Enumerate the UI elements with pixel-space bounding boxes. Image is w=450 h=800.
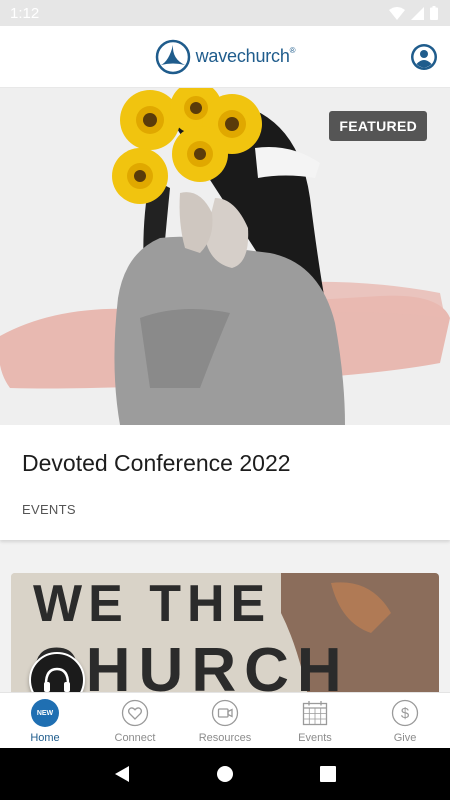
svg-text:$: $ — [401, 705, 410, 722]
tab-connect[interactable]: Connect — [90, 693, 180, 748]
dollar-icon: $ — [391, 699, 419, 727]
featured-hero-image: FEATURED — [0, 88, 450, 425]
logo-registered: ® — [289, 46, 296, 55]
battery-icon — [430, 6, 438, 20]
video-icon — [211, 699, 239, 727]
status-bar: 1:12 — [0, 0, 450, 26]
tab-label-give: Give — [393, 732, 417, 744]
back-triangle-icon — [114, 766, 129, 782]
logo-text-church: church — [236, 46, 290, 66]
featured-title: Devoted Conference 2022 — [22, 450, 291, 476]
tab-label-resources: Resources — [198, 732, 252, 744]
tab-events[interactable]: Events — [270, 693, 360, 748]
tab-home[interactable]: NEW Home — [0, 693, 90, 748]
wavechurch-logo[interactable]: wavechurch® — [155, 39, 296, 75]
new-badge-icon: NEW — [31, 699, 59, 727]
status-icons — [389, 6, 438, 20]
signal-icon — [411, 6, 424, 20]
tab-label-events: Events — [298, 732, 332, 744]
heart-icon — [121, 699, 149, 727]
user-icon — [411, 44, 437, 70]
account-button[interactable] — [410, 43, 438, 71]
app-header: wavechurch® — [0, 26, 450, 88]
featured-badge: FEATURED — [329, 111, 427, 141]
bottom-tab-bar: NEW Home Connect Resources Events $ Give — [0, 692, 450, 748]
recents-button[interactable] — [313, 759, 343, 789]
home-button[interactable] — [210, 759, 240, 789]
wave-logo-icon — [155, 39, 190, 74]
featured-card[interactable]: FEATURED Devoted Conference 2022 EVENTS — [0, 88, 450, 540]
logo-text: wavechurch® — [196, 46, 296, 67]
calendar-icon — [301, 699, 329, 727]
home-circle-icon — [216, 766, 233, 782]
tab-label-connect: Connect — [114, 732, 156, 744]
new-badge: NEW — [31, 699, 59, 727]
back-button[interactable] — [107, 759, 137, 789]
tab-give[interactable]: $ Give — [360, 693, 450, 748]
tab-resources[interactable]: Resources — [180, 693, 270, 748]
system-nav-bar — [0, 748, 450, 800]
recents-square-icon — [320, 766, 337, 782]
status-time: 1:12 — [10, 4, 40, 22]
headphones-icon — [44, 667, 70, 692]
logo-text-wave: wave — [195, 46, 237, 66]
wifi-icon — [389, 6, 405, 20]
featured-category: EVENTS — [22, 502, 76, 517]
tab-label-home: Home — [30, 732, 60, 744]
we-the-text: WE THE — [33, 575, 271, 633]
